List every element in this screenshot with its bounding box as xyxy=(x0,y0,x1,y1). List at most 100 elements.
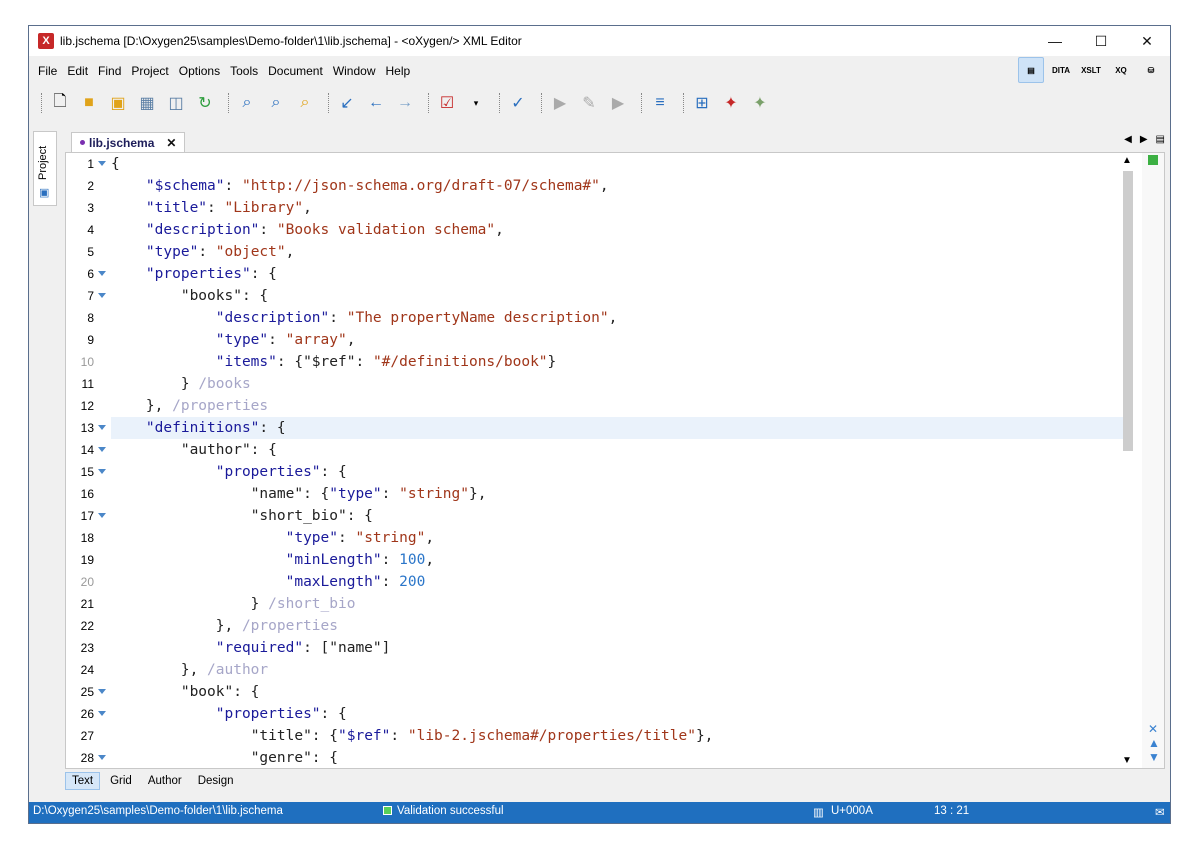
mode-tab-author[interactable]: Author xyxy=(142,773,188,789)
spell-check-icon[interactable]: ✓ xyxy=(506,91,530,115)
menu-project[interactable]: Project xyxy=(131,64,168,78)
save-icon[interactable]: ▦ xyxy=(135,91,159,115)
mode-tab-text[interactable]: Text xyxy=(65,772,101,790)
fold-toggle-icon[interactable] xyxy=(98,711,106,716)
code-token: "items" xyxy=(215,354,277,370)
code-line[interactable]: } /short_bio xyxy=(111,593,1131,615)
code-line[interactable]: "required": ["name"] xyxy=(111,637,1131,659)
code-token: "definitions" xyxy=(145,420,260,436)
tab-scroll-left-icon[interactable]: ◀ xyxy=(1124,134,1132,145)
code-line[interactable]: "short_bio": { xyxy=(111,505,1131,527)
menu-document[interactable]: Document xyxy=(268,64,323,78)
code-line[interactable]: "book": { xyxy=(111,681,1131,703)
code-line[interactable]: "properties": { xyxy=(111,703,1131,725)
code-line[interactable]: "name": {"type": "string"}, xyxy=(111,483,1131,505)
fold-toggle-icon[interactable] xyxy=(98,689,106,694)
mode-tab-design[interactable]: Design xyxy=(192,773,240,789)
code-line[interactable]: "properties": { xyxy=(111,263,1131,285)
code-line[interactable]: "$schema": "http://json-schema.org/draft… xyxy=(111,175,1131,197)
code-editor[interactable]: 1 2 3 4 5 6 7 8 9 10 11 12 13 14 15 16 17 18 19 20 21 22 23 24 2… xyxy=(65,152,1165,769)
editor-perspective-icon[interactable]: ▤ xyxy=(1018,57,1044,83)
dita-perspective-icon[interactable]: DITA xyxy=(1048,57,1074,83)
unpin-icon[interactable]: ✦ xyxy=(748,91,772,115)
format-indent-icon[interactable]: ≡ xyxy=(648,91,672,115)
forward-icon[interactable]: → xyxy=(393,91,417,115)
scroll-down-icon[interactable]: ▼ xyxy=(1122,755,1132,766)
code-line[interactable]: "genre": { xyxy=(111,747,1131,768)
code-area[interactable]: { "$schema": "http://json-schema.org/dra… xyxy=(111,153,1131,768)
fold-toggle-icon[interactable] xyxy=(98,513,106,518)
code-token: : xyxy=(381,574,400,590)
fold-toggle-icon[interactable] xyxy=(98,293,106,298)
project-side-tab[interactable]: Project ▣ xyxy=(33,131,57,206)
find-in-files-icon[interactable]: ⌕ xyxy=(264,91,288,115)
code-line[interactable]: "items": {"$ref": "#/definitions/book"} xyxy=(111,351,1131,373)
tab-scroll-right-icon[interactable]: ▶ xyxy=(1140,134,1148,145)
find-in-project-icon[interactable]: ⌕ xyxy=(293,91,317,115)
code-line[interactable]: } /books xyxy=(111,373,1131,395)
code-line[interactable]: "author": { xyxy=(111,439,1131,461)
code-line[interactable]: "maxLength": 200 xyxy=(111,571,1131,593)
back-icon[interactable]: ← xyxy=(364,91,388,115)
menu-window[interactable]: Window xyxy=(333,64,376,78)
code-line[interactable]: "title": "Library", xyxy=(111,197,1131,219)
schema-generate-icon[interactable]: ⊞ xyxy=(690,91,714,115)
new-document-icon[interactable]: 🗋 xyxy=(48,91,72,115)
code-line[interactable]: "minLength": 100, xyxy=(111,549,1131,571)
fold-toggle-icon[interactable] xyxy=(98,755,106,760)
find-icon[interactable]: ⌕ xyxy=(235,91,259,115)
next-problem-icon[interactable]: ▼ xyxy=(1148,750,1160,764)
fold-toggle-icon[interactable] xyxy=(98,425,106,430)
menu-find[interactable]: Find xyxy=(98,64,121,78)
apply-transformation-icon[interactable]: ▶ xyxy=(548,91,572,115)
save-to-url-icon[interactable]: ◫ xyxy=(164,91,188,115)
vertical-scrollbar[interactable]: ▲ ▼ xyxy=(1122,153,1134,768)
menu-edit[interactable]: Edit xyxy=(67,64,88,78)
tab-list-icon[interactable]: ▤ xyxy=(1156,134,1165,145)
code-line[interactable]: "definitions": { xyxy=(111,417,1131,439)
tab-lib-jschema[interactable]: lib.jschema ✕ xyxy=(71,132,186,152)
messages-icon[interactable]: ✉ xyxy=(1155,805,1165,819)
xslt-debugger-icon[interactable]: XSLT xyxy=(1078,57,1104,83)
minimize-button[interactable]: — xyxy=(1032,26,1078,56)
fold-toggle-icon[interactable] xyxy=(98,469,106,474)
configure-transformation-icon[interactable]: ✎ xyxy=(577,91,601,115)
code-line[interactable]: "type": "array", xyxy=(111,329,1131,351)
menu-file[interactable]: File xyxy=(38,64,57,78)
code-line[interactable]: }, /author xyxy=(111,659,1131,681)
mode-tab-grid[interactable]: Grid xyxy=(104,773,138,789)
fold-toggle-icon[interactable] xyxy=(98,447,106,452)
last-edit-icon[interactable]: ↙ xyxy=(335,91,359,115)
scroll-up-icon[interactable]: ▲ xyxy=(1122,155,1132,166)
previous-problem-icon[interactable]: ▲ xyxy=(1148,736,1160,750)
validate-icon[interactable]: ☑ xyxy=(435,91,459,115)
code-line[interactable]: }, /properties xyxy=(111,615,1131,637)
code-line[interactable]: "description": "The propertyName descrip… xyxy=(111,307,1131,329)
code-line[interactable]: "type": "string", xyxy=(111,527,1131,549)
validate-dropdown-icon[interactable]: ▾ xyxy=(464,91,488,115)
fold-toggle-icon[interactable] xyxy=(98,161,106,166)
database-perspective-icon[interactable]: ⛁ xyxy=(1138,57,1164,83)
close-window-button[interactable]: ✕ xyxy=(1124,26,1170,56)
xquery-debugger-icon[interactable]: XQ xyxy=(1108,57,1134,83)
code-line[interactable]: "books": { xyxy=(111,285,1131,307)
code-line[interactable]: "type": "object", xyxy=(111,241,1131,263)
code-line[interactable]: "properties": { xyxy=(111,461,1131,483)
clear-markers-icon[interactable]: ✕ xyxy=(1148,722,1160,736)
reload-icon[interactable]: ↻ xyxy=(193,91,217,115)
scrollbar-thumb[interactable] xyxy=(1123,171,1133,451)
menu-options[interactable]: Options xyxy=(179,64,220,78)
open-url-icon[interactable]: ▣ xyxy=(106,91,130,115)
code-line[interactable]: "description": "Books validation schema"… xyxy=(111,219,1131,241)
pin-icon[interactable]: ✦ xyxy=(719,91,743,115)
menu-help[interactable]: Help xyxy=(386,64,411,78)
code-line[interactable]: { xyxy=(111,153,1131,175)
fold-toggle-icon[interactable] xyxy=(98,271,106,276)
code-line[interactable]: "title": {"$ref": "lib-2.jschema#/proper… xyxy=(111,725,1131,747)
close-tab-icon[interactable]: ✕ xyxy=(166,136,176,150)
maximize-button[interactable]: ☐ xyxy=(1078,26,1124,56)
menu-tools[interactable]: Tools xyxy=(230,64,258,78)
code-line[interactable]: }, /properties xyxy=(111,395,1131,417)
debug-transformation-icon[interactable]: ▶ xyxy=(606,91,630,115)
open-folder-icon[interactable]: ■ xyxy=(77,91,101,115)
